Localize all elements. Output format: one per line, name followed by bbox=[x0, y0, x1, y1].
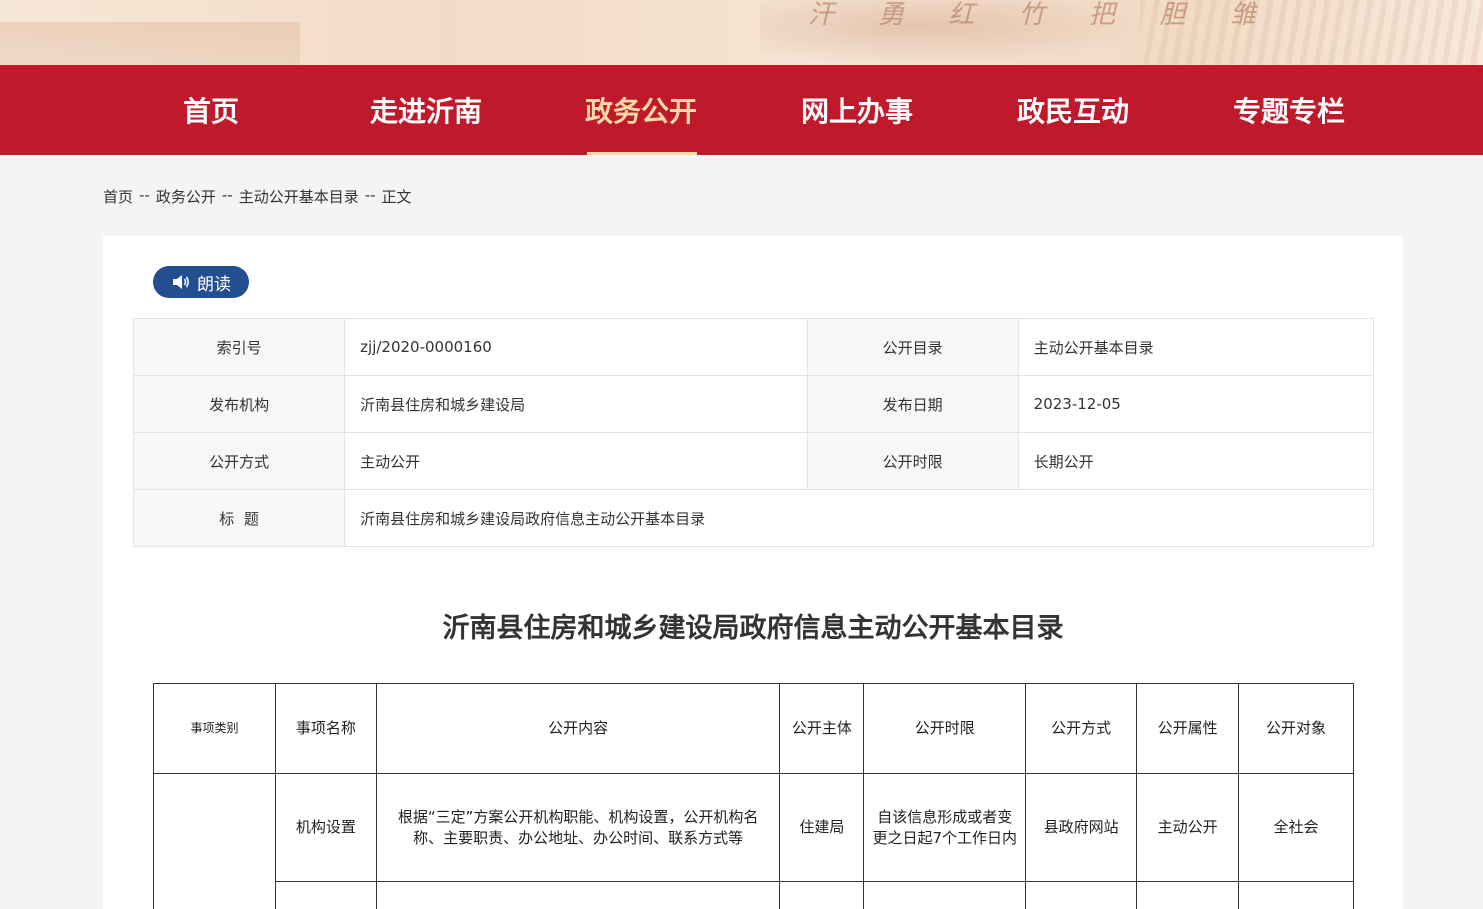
meta-publisher-value: 沂南县住房和城乡建设局 bbox=[344, 375, 808, 433]
table-row bbox=[154, 881, 1354, 909]
nav-item-home[interactable]: 首页 bbox=[131, 65, 291, 155]
col-header-name: 事项名称 bbox=[274, 683, 377, 774]
meta-index-value: zjj/2020-0000160 bbox=[344, 318, 808, 376]
meta-date-value: 2023-12-05 bbox=[1017, 375, 1375, 433]
cell-empty bbox=[863, 881, 1027, 909]
main-nav: 首页 走进沂南 政务公开 网上办事 政民互动 专题专栏 bbox=[0, 65, 1483, 155]
cell-method: 县政府网站 bbox=[1025, 773, 1138, 882]
cell-subject: 住建局 bbox=[779, 773, 865, 882]
catalog-table: 事项类别 事项名称 公开内容 公开主体 公开时限 公开方式 公开属性 公开对象 … bbox=[153, 683, 1354, 909]
cell-empty bbox=[1025, 881, 1138, 909]
meta-catalog-label: 公开目录 bbox=[806, 318, 1019, 376]
col-header-category: 事项类别 bbox=[153, 683, 276, 774]
col-header-method: 公开方式 bbox=[1025, 683, 1138, 774]
cell-name: 机构设置 bbox=[274, 773, 377, 882]
cell-audience: 全社会 bbox=[1238, 773, 1354, 882]
cell-empty bbox=[779, 881, 865, 909]
meta-period-value: 长期公开 bbox=[1017, 432, 1375, 490]
col-header-attribute: 公开属性 bbox=[1136, 683, 1240, 774]
document-title: 沂南县住房和城乡建设局政府信息主动公开基本目录 bbox=[442, 613, 1064, 644]
nav-item-online-services[interactable]: 网上办事 bbox=[777, 65, 937, 155]
col-header-subject: 公开主体 bbox=[779, 683, 865, 774]
meta-method-value: 主动公开 bbox=[344, 432, 808, 490]
breadcrumb-separator: -- bbox=[364, 186, 376, 204]
breadcrumb-gov-affairs[interactable]: 政务公开 bbox=[156, 186, 216, 207]
read-aloud-button[interactable]: 朗读 bbox=[153, 266, 249, 298]
breadcrumb: 首页 -- 政务公开 -- 主动公开基本目录 -- 正文 bbox=[103, 186, 412, 207]
nav-item-topics[interactable]: 专题专栏 bbox=[1209, 65, 1369, 155]
cell-empty bbox=[375, 881, 781, 909]
meta-table: 索引号 zjj/2020-0000160 公开目录 主动公开基本目录 发布机构 … bbox=[132, 318, 1375, 547]
meta-index-label: 索引号 bbox=[132, 318, 346, 376]
banner-calligraphy: 汗 勇 红 竹 把 胆 雏 bbox=[808, 0, 1274, 30]
top-banner: 汗 勇 红 竹 把 胆 雏 bbox=[0, 0, 1483, 65]
breadcrumb-current: 正文 bbox=[381, 188, 412, 206]
speaker-icon bbox=[171, 273, 191, 291]
cell-empty bbox=[274, 881, 377, 909]
cell-attribute: 主动公开 bbox=[1136, 773, 1240, 882]
breadcrumb-catalog[interactable]: 主动公开基本目录 bbox=[239, 186, 359, 207]
meta-title-value: 沂南县住房和城乡建设局政府信息主动公开基本目录 bbox=[344, 489, 1374, 547]
cell-category bbox=[153, 773, 276, 909]
read-aloud-label: 朗读 bbox=[197, 274, 231, 295]
meta-catalog-value: 主动公开基本目录 bbox=[1017, 318, 1375, 376]
meta-publisher-label: 发布机构 bbox=[132, 375, 346, 433]
col-header-period: 公开时限 bbox=[863, 683, 1027, 774]
content-panel: 朗读 索引号 zjj/2020-0000160 公开目录 主动公开基本目录 发布… bbox=[103, 236, 1403, 909]
cell-content: 根据“三定”方案公开机构职能、机构设置，公开机构名称、主要职责、办公地址、办公时… bbox=[375, 773, 781, 882]
meta-method-label: 公开方式 bbox=[132, 432, 346, 490]
banner-decoration bbox=[0, 22, 300, 65]
breadcrumb-home[interactable]: 首页 bbox=[103, 186, 133, 207]
meta-title-label: 标 题 bbox=[132, 489, 346, 547]
nav-item-interaction[interactable]: 政民互动 bbox=[993, 65, 1153, 155]
cell-empty bbox=[1238, 881, 1354, 909]
nav-item-about[interactable]: 走进沂南 bbox=[346, 65, 506, 155]
meta-date-label: 发布日期 bbox=[806, 375, 1019, 433]
breadcrumb-separator: -- bbox=[221, 186, 233, 204]
table-row: 机构设置 根据“三定”方案公开机构职能、机构设置，公开机构名称、主要职责、办公地… bbox=[153, 773, 1354, 909]
meta-period-label: 公开时限 bbox=[806, 432, 1019, 490]
cell-period: 自该信息形成或者变更之日起7个工作日内 bbox=[863, 773, 1027, 882]
nav-item-gov-affairs[interactable]: 政务公开 bbox=[561, 65, 721, 155]
col-header-audience: 公开对象 bbox=[1238, 683, 1354, 774]
cell-empty bbox=[1136, 881, 1240, 909]
col-header-content: 公开内容 bbox=[375, 683, 781, 774]
breadcrumb-separator: -- bbox=[139, 186, 150, 204]
